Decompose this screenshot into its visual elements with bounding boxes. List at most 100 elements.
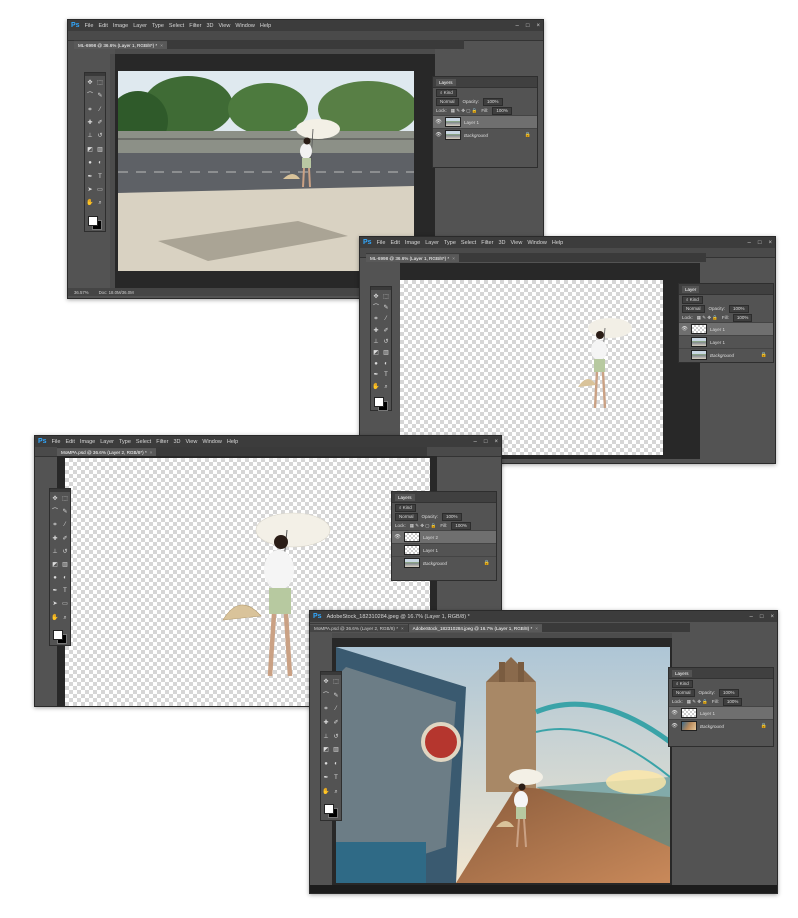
zoom-icon[interactable]: ⌕	[382, 383, 390, 391]
menu-layer[interactable]: Layer	[100, 439, 114, 445]
menu-file[interactable]: File	[377, 240, 386, 246]
path-select-icon[interactable]: ➤	[86, 186, 94, 194]
menu-type[interactable]: Type	[152, 23, 164, 29]
menu-window[interactable]: Window	[235, 23, 255, 29]
dodge-icon[interactable]: ◐	[61, 574, 69, 582]
kind-filter[interactable]: ⌕ Kind	[682, 295, 703, 304]
layers-tab[interactable]: Layers	[672, 669, 692, 677]
gradient-icon[interactable]: ▥	[332, 746, 340, 754]
move-icon[interactable]: ✥	[322, 678, 330, 686]
lasso-icon[interactable]: ⌒	[51, 508, 59, 516]
menu-window[interactable]: Window	[202, 439, 222, 445]
document-tab[interactable]: ML-6998 @ 36.6% (Layer 1, RGB/8*) * ×	[366, 254, 459, 262]
menu-view[interactable]: View	[218, 23, 230, 29]
close-tab-icon[interactable]: ×	[150, 450, 153, 455]
brush-icon[interactable]: ✐	[96, 119, 104, 127]
menu-edit[interactable]: Edit	[98, 23, 107, 29]
eraser-icon[interactable]: ◩	[322, 746, 330, 754]
marquee-icon[interactable]: ⬚	[382, 293, 390, 301]
zoom-level[interactable]: 36.57%	[74, 290, 89, 295]
close-tab-icon[interactable]: ×	[535, 626, 538, 631]
healing-icon[interactable]: ✚	[86, 119, 94, 127]
blend-mode-select[interactable]: Normal	[395, 512, 418, 521]
layers-tab[interactable]: Layers	[436, 78, 456, 86]
layer-row[interactable]: 👁 Background 🔒	[669, 719, 773, 732]
history-brush-icon[interactable]: ↺	[332, 733, 340, 741]
opacity-field[interactable]: 100%	[483, 97, 503, 106]
kind-filter[interactable]: ⌕ Kind	[672, 679, 693, 688]
menu-3d[interactable]: 3D	[498, 240, 505, 246]
toolbar-grip[interactable]	[85, 73, 105, 76]
maximize-icon[interactable]: □	[484, 439, 488, 445]
eraser-icon[interactable]: ◩	[372, 349, 380, 357]
hand-icon[interactable]: ✋	[51, 614, 59, 622]
marquee-icon[interactable]: ⬚	[61, 495, 69, 503]
type-icon[interactable]: T	[382, 371, 390, 379]
pen-icon[interactable]: ✒	[322, 774, 330, 782]
layer-row[interactable]: 👁 Layer 1	[669, 706, 773, 719]
eraser-icon[interactable]: ◩	[51, 561, 59, 569]
layer-row[interactable]: Layer 1	[679, 335, 773, 348]
layer-row[interactable]: 👁 Layer 1	[433, 115, 537, 128]
maximize-icon[interactable]: □	[758, 240, 762, 246]
pen-icon[interactable]: ✒	[372, 371, 380, 379]
toolbar-grip[interactable]	[321, 672, 341, 675]
opacity-field[interactable]: 100%	[442, 512, 462, 521]
brush-icon[interactable]: ✐	[332, 719, 340, 727]
menu-select[interactable]: Select	[136, 439, 151, 445]
minimize-icon[interactable]: –	[750, 614, 753, 620]
move-icon[interactable]: ✥	[372, 293, 380, 301]
document-tab[interactable]: ML-6998 @ 36.6% (Layer 1, RGB/8*) * ×	[74, 41, 167, 49]
hand-icon[interactable]: ✋	[86, 199, 94, 207]
close-icon[interactable]: ×	[770, 614, 774, 620]
stamp-icon[interactable]: ⊥	[86, 132, 94, 140]
menu-view[interactable]: View	[185, 439, 197, 445]
zoom-icon[interactable]: ⌕	[332, 788, 340, 796]
fill-field[interactable]: 100%	[732, 313, 753, 322]
canvas-bridge-photo[interactable]	[336, 647, 670, 883]
layer-row[interactable]: 👁 Layer 1	[679, 322, 773, 335]
menu-help[interactable]: Help	[552, 240, 563, 246]
stamp-icon[interactable]: ⊥	[51, 548, 59, 556]
quick-select-icon[interactable]: ✎	[332, 692, 340, 700]
maximize-icon[interactable]: □	[760, 614, 764, 620]
pen-icon[interactable]: ✒	[51, 587, 59, 595]
stamp-icon[interactable]: ⊥	[322, 733, 330, 741]
type-icon[interactable]: T	[61, 587, 69, 595]
move-icon[interactable]: ✥	[51, 495, 59, 503]
color-swatches[interactable]	[86, 215, 104, 230]
kind-filter[interactable]: ⌕ Kind	[395, 503, 416, 512]
lock-icons[interactable]: ▦ ✎ ✥ 🔒	[687, 699, 708, 705]
brush-icon[interactable]: ✐	[61, 535, 69, 543]
document-tab[interactable]: MoMPA.psd @ 36.6% (Layer 2, RGB/8) * ×	[310, 624, 408, 632]
gradient-icon[interactable]: ▥	[61, 561, 69, 569]
menu-select[interactable]: Select	[169, 23, 184, 29]
layer-row[interactable]: Background 🔒	[679, 348, 773, 361]
minimize-icon[interactable]: –	[516, 23, 519, 29]
opacity-field[interactable]: 100%	[719, 688, 739, 697]
menu-file[interactable]: File	[52, 439, 61, 445]
zoom-icon[interactable]: ⌕	[61, 614, 69, 622]
toolbar-grip[interactable]	[371, 287, 391, 290]
close-tab-icon[interactable]: ×	[401, 626, 404, 631]
foreground-color[interactable]	[324, 804, 334, 815]
eye-icon[interactable]: 👁	[671, 710, 678, 716]
opacity-field[interactable]: 100%	[729, 304, 749, 313]
menu-edit[interactable]: Edit	[390, 240, 399, 246]
quick-select-icon[interactable]: ✎	[382, 304, 390, 312]
quick-select-icon[interactable]: ✎	[61, 508, 69, 516]
menu-image[interactable]: Image	[80, 439, 95, 445]
eyedropper-icon[interactable]: ⁄	[382, 315, 390, 323]
healing-icon[interactable]: ✚	[51, 535, 59, 543]
eyedropper-icon[interactable]: ⁄	[96, 106, 104, 114]
eye-icon[interactable]: 👁	[435, 119, 442, 125]
blend-mode-select[interactable]: Normal	[436, 97, 459, 106]
blur-icon[interactable]: ●	[372, 360, 380, 368]
maximize-icon[interactable]: □	[526, 23, 530, 29]
zoom-icon[interactable]: ⌕	[96, 199, 104, 207]
color-swatches[interactable]	[372, 396, 390, 411]
lock-icons[interactable]: ▦ ✎ ✥ ▢ 🔒	[451, 108, 478, 114]
blur-icon[interactable]: ●	[86, 159, 94, 167]
eyedropper-icon[interactable]: ⁄	[332, 705, 340, 713]
fill-field[interactable]: 100%	[722, 697, 743, 706]
